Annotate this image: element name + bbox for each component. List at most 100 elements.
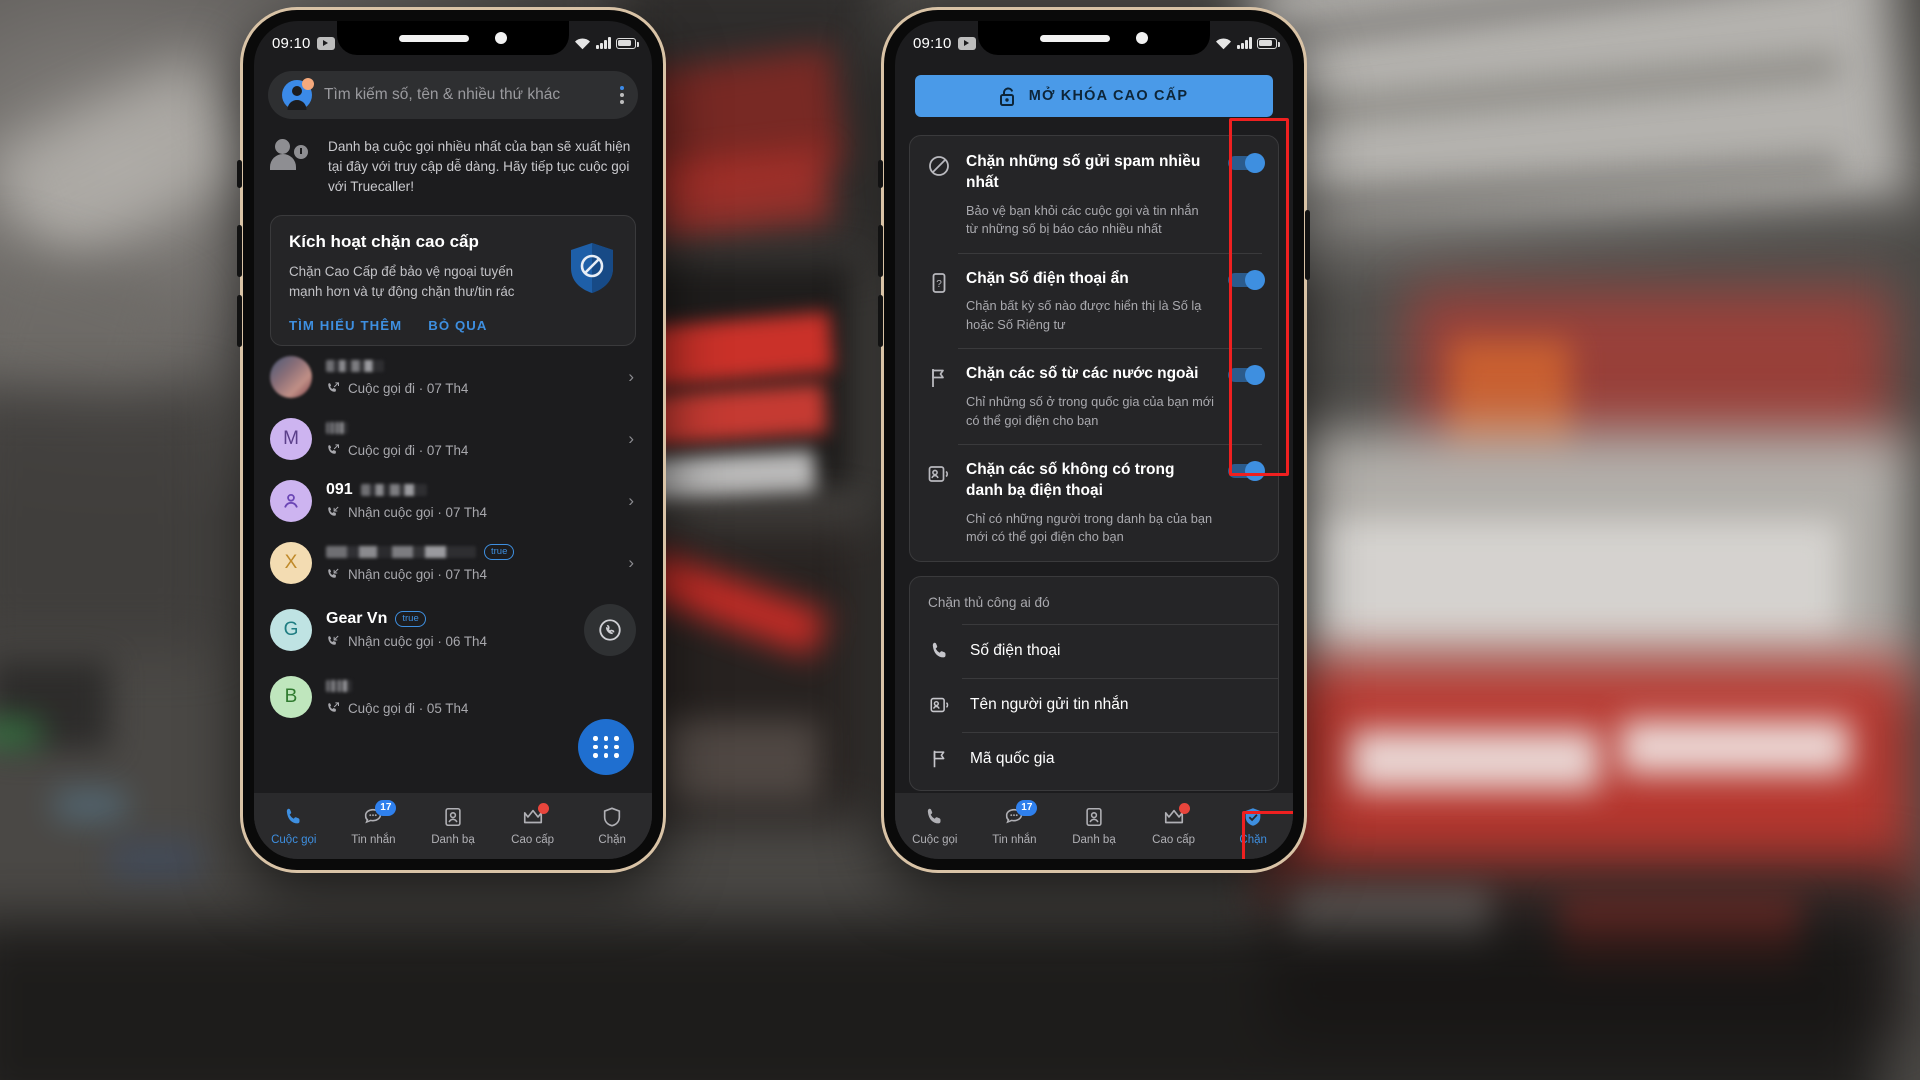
block-tab-highlight <box>1242 811 1293 859</box>
front-camera <box>495 32 507 44</box>
call-log-row[interactable]: 091 Nhận cuộc gọi · 07 Th4 › <box>254 470 652 532</box>
block-option-row[interactable]: ? Chặn Số điện thoại ẩn Chặn bất kỳ số nào… <box>910 252 1278 349</box>
block-option-title: Chặn các số từ các nước ngoài <box>966 365 1199 383</box>
call-subtitle: Cuộc gọi đi · 07 Th4 <box>348 381 469 397</box>
battery-icon <box>1257 37 1280 49</box>
tab-cao-cấp[interactable]: Cao cấp <box>1134 803 1214 846</box>
block-option-row[interactable]: Chặn các số từ các nước ngoài Chỉ những s… <box>910 348 1278 444</box>
call-incoming-icon <box>326 505 341 520</box>
block-option-row[interactable]: Chặn những số gửi spam nhiều nhất Bảo vệ … <box>910 136 1278 253</box>
shield-icon <box>601 806 623 828</box>
call-log-row[interactable]: G Gear Vn true Nhận cuộc gọi · 06 Th4 <box>254 594 652 666</box>
contact-card-icon <box>928 694 952 716</box>
manual-block-row[interactable]: Số điện thoại <box>910 623 1278 678</box>
manual-block-row[interactable]: Mã quốc gia <box>910 731 1278 786</box>
recent-contacts-icon <box>270 137 314 177</box>
call-subtitle: Nhận cuộc gọi · 06 Th4 <box>348 634 487 650</box>
call-log-row[interactable]: Cuộc gọi đi · 07 Th4 › <box>254 346 652 408</box>
wifi-icon <box>574 37 591 50</box>
block-option-desc: Bảo vệ bạn khỏi các cuộc gọi và tin nhắn… <box>966 202 1199 237</box>
block-option-title: Chặn những số gửi spam nhiều nhất <box>966 153 1201 191</box>
tab-danh-bạ[interactable]: Danh bạ <box>1054 806 1134 846</box>
overflow-menu-icon[interactable] <box>620 86 624 104</box>
flag-icon <box>928 748 952 770</box>
manual-block-panel: Chặn thủ công ai đó Số điện thoại Tên ngư… <box>909 575 1279 791</box>
redacted-name <box>360 483 427 496</box>
avatar: G <box>270 608 312 651</box>
crown-icon <box>522 803 549 828</box>
chevron-right-icon[interactable]: › <box>628 367 636 387</box>
truecaller-calls-screen: Tìm kiếm số, tên & nhiều thứ khác Danh b… <box>254 65 652 859</box>
learn-more-button[interactable]: TÌM HIỂU THÊM <box>289 318 402 333</box>
tab-cuộc-gọi[interactable]: Cuộc gọi <box>895 806 975 846</box>
tab-notification-dot <box>1178 803 1190 814</box>
tab-label: Chặn <box>598 834 626 846</box>
avatar: M <box>270 417 312 460</box>
tab-label: Danh bạ <box>1072 834 1116 846</box>
manual-block-label: Số điện thoại <box>970 641 1061 659</box>
dialpad-fab[interactable] <box>578 719 634 775</box>
youtube-icon <box>957 36 976 50</box>
tab-tin-nhắn[interactable]: 17 Tin nhắn <box>975 800 1055 846</box>
chevron-right-icon[interactable]: › <box>628 553 636 573</box>
tab-tin-nhắn[interactable]: 17 Tin nhắn <box>334 800 414 846</box>
redacted-name <box>326 679 352 692</box>
manual-block-label: Mã quốc gia <box>970 749 1055 767</box>
flag-icon <box>926 364 952 430</box>
unlock-premium-label: MỞ KHÓA CAO CẤP <box>1028 88 1189 104</box>
tab-badge: 17 <box>1016 800 1038 816</box>
call-log-row[interactable]: M Cuộc gọi đi · 07 Th4 › <box>254 408 652 470</box>
svg-text:?: ? <box>936 279 942 290</box>
manual-block-row[interactable]: Tên người gửi tin nhắn <box>910 677 1278 732</box>
call-row-main: Cuộc gọi đi · 07 Th4 <box>326 357 614 396</box>
call-log-list: Cuộc gọi đi · 07 Th4 › M Cuộc gọi đi · 07 T… <box>254 346 652 728</box>
tab-badge: 17 <box>375 800 397 816</box>
chevron-right-icon[interactable]: › <box>628 491 636 511</box>
whatsapp-icon[interactable] <box>584 603 636 656</box>
status-time: 09:10 <box>913 34 952 52</box>
earpiece-speaker <box>1040 34 1110 42</box>
status-time: 09:10 <box>272 34 311 52</box>
tab-chặn[interactable]: Chặn <box>572 806 652 846</box>
calls-scroll-area[interactable]: Danh bạ cuộc gọi nhiều nhất của bạn sẽ x… <box>254 119 652 793</box>
tab-danh-bạ[interactable]: Danh bạ <box>413 806 493 846</box>
profile-avatar[interactable] <box>282 78 314 110</box>
contact-card-icon <box>926 460 952 547</box>
block-option-desc: Chỉ có những người trong danh bạ của bạn… <box>966 510 1213 545</box>
redacted-name <box>326 359 384 372</box>
call-row-main: Gear Vn true Nhận cuộc gọi · 06 Th4 <box>326 610 570 650</box>
search-input[interactable]: Tìm kiếm số, tên & nhiều thứ khác <box>268 71 638 119</box>
premium-card-title: Kích hoạt chặn cao cấp <box>289 231 479 251</box>
unlock-icon <box>999 86 1017 106</box>
unlock-premium-button[interactable]: MỞ KHÓA CAO CẤP <box>915 75 1273 117</box>
crown-icon <box>1163 803 1190 828</box>
tab-cuộc-gọi[interactable]: Cuộc gọi <box>254 806 334 846</box>
call-log-row[interactable]: Xtrue Nhận cuộc gọi · 07 Th4 › <box>254 532 652 594</box>
tab-label: Tin nhắn <box>351 834 396 846</box>
phone-left: 09:10 Tìm kiếm số, tên & nhiều thứ khác <box>237 10 663 870</box>
call-subtitle: Nhận cuộc gọi · 07 Th4 <box>348 567 487 583</box>
block-option-row[interactable]: Chặn các số không có trong danh bạ điện … <box>910 444 1278 561</box>
call-incoming-icon <box>326 567 341 582</box>
contacts-icon <box>442 806 464 828</box>
wifi-icon <box>1215 37 1232 50</box>
manual-block-header: Chặn thủ công ai đó <box>928 594 1050 610</box>
call-outgoing-icon <box>326 701 341 716</box>
manual-block-label: Tên người gửi tin nhắn <box>970 695 1129 713</box>
chevron-right-icon[interactable]: › <box>628 429 636 449</box>
avatar: X <box>270 541 312 584</box>
promo-banner: Danh bạ cuộc gọi nhiều nhất của bạn sẽ x… <box>254 119 652 205</box>
notch <box>978 21 1210 55</box>
block-circle-icon <box>926 152 952 239</box>
signal-icon <box>1237 37 1252 49</box>
dismiss-button[interactable]: BỎ QUA <box>428 318 487 333</box>
call-subtitle: Nhận cuộc gọi · 07 Th4 <box>348 505 487 521</box>
block-option-title: Chặn Số điện thoại ẩn <box>966 269 1129 287</box>
bottom-tab-bar: Cuộc gọi 17 Tin nhắn Danh bạ Cao cấp Chặn <box>254 793 652 859</box>
notification-dot <box>302 78 314 90</box>
avatar: B <box>270 675 312 718</box>
call-log-row[interactable]: B Cuộc gọi đi · 05 Th4 <box>254 666 652 728</box>
phone-right: 09:10 MỞ KHÓA CAO CẤP Chặn những số gửi … <box>878 10 1310 870</box>
tab-cao-cấp[interactable]: Cao cấp <box>493 803 573 846</box>
block-option-title: Chặn các số không có trong danh bạ điện … <box>966 461 1175 500</box>
